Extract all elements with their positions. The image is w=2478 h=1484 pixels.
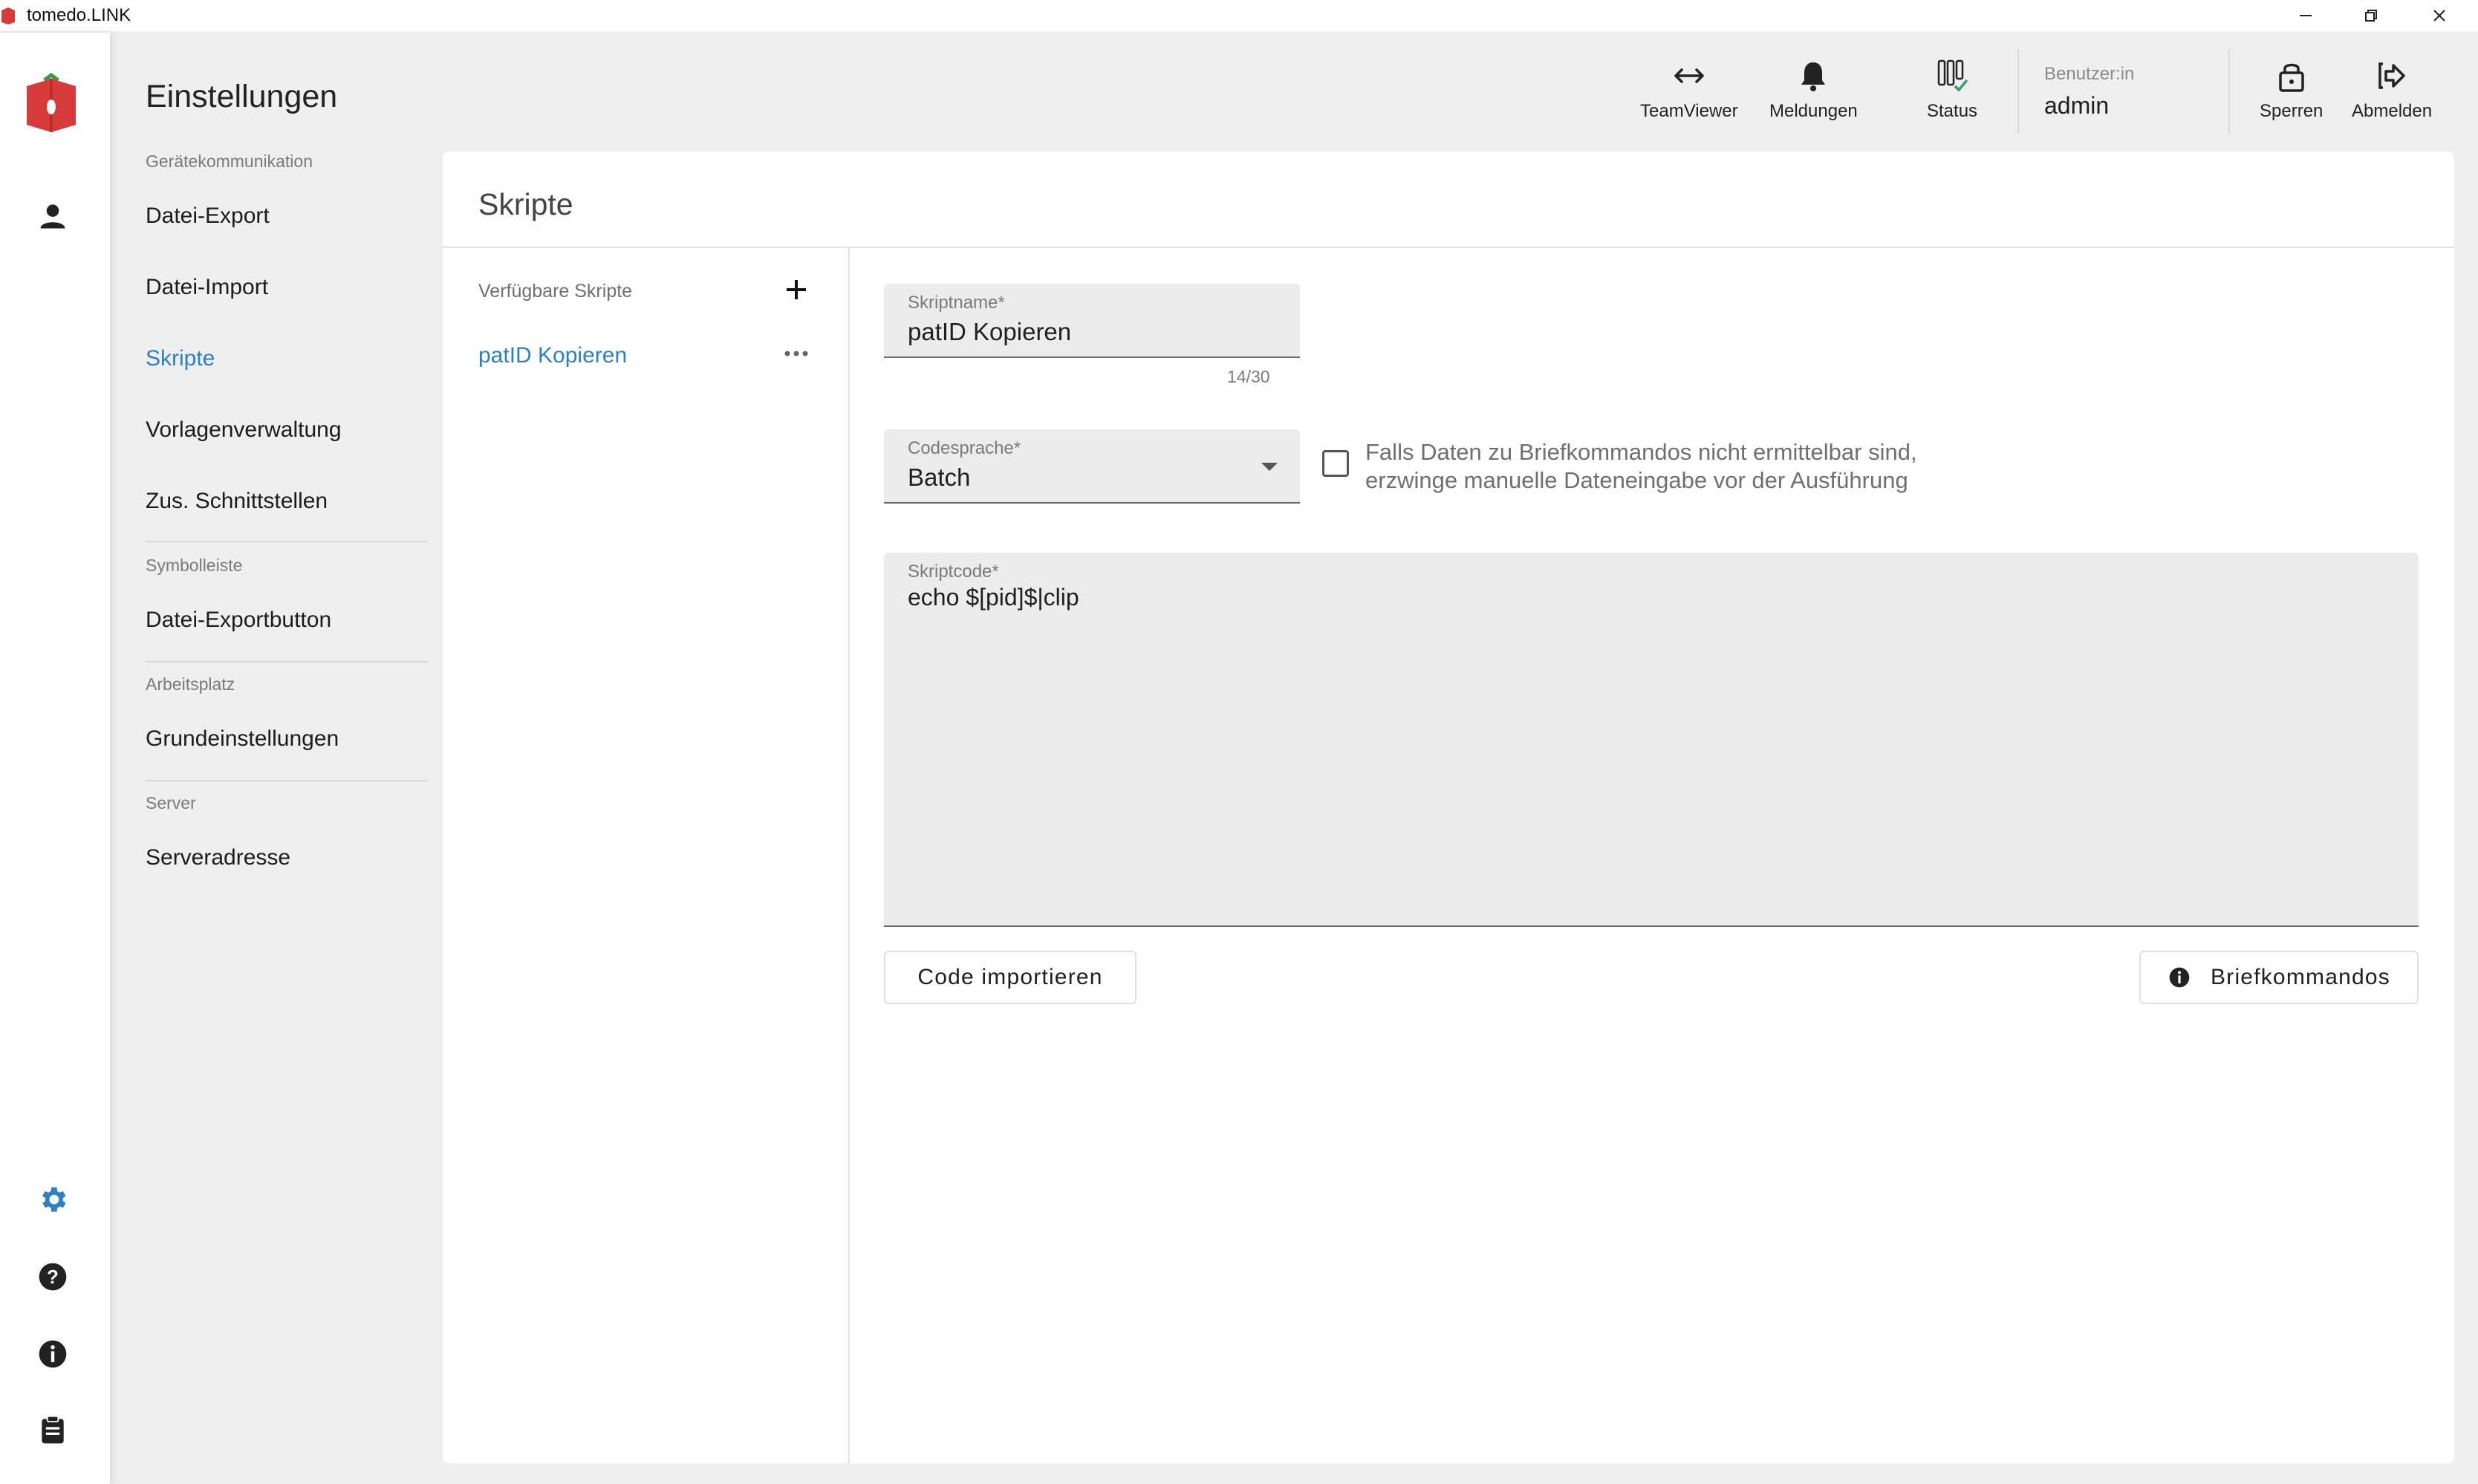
toolbar-divider [2017, 49, 2019, 134]
minimize-icon [2300, 15, 2312, 16]
nav-item-skripte[interactable]: Skripte [146, 346, 215, 371]
help-icon: ? [39, 1263, 67, 1291]
script-name-counter: 14/30 [1227, 367, 1270, 386]
script-code-editor[interactable]: Skriptcode* echo $[pid]$|clip [884, 553, 2419, 927]
svg-text:?: ? [47, 1267, 59, 1288]
meldungen-button[interactable]: Meldungen [1769, 56, 1858, 122]
card-header-divider [443, 247, 2454, 248]
nav-item-datei-import[interactable]: Datei-Import [146, 275, 268, 300]
scripts-card: Skripte Verfügbare Skripte patID Kopiere… [443, 152, 2454, 1463]
sperren-label: Sperren [2260, 101, 2323, 121]
script-name-field[interactable]: Skriptname* patID Kopieren [884, 284, 1300, 358]
nav-item-datei-export[interactable]: Datei-Export [146, 204, 270, 229]
nav-item-vorlagenverwaltung[interactable]: Vorlagenverwaltung [146, 417, 342, 443]
abmelden-button[interactable]: Abmelden [2352, 56, 2432, 122]
user-name: admin [2044, 92, 2110, 119]
toolbar-divider [2228, 49, 2230, 134]
nav-section-symbolleiste: Symbolleiste [146, 556, 243, 575]
briefkommandos-label: Briefkommandos [2211, 965, 2390, 989]
user-icon [40, 204, 65, 229]
teamviewer-button[interactable]: TeamViewer [1640, 56, 1738, 122]
add-script-button[interactable] [780, 273, 813, 306]
app-logo[interactable] [22, 68, 80, 134]
abmelden-label: Abmelden [2352, 101, 2433, 121]
plus-icon [787, 280, 806, 299]
clipboard-icon [42, 1415, 64, 1444]
settings-nav-button[interactable] [34, 1181, 71, 1218]
script-more-button[interactable] [777, 339, 816, 368]
import-code-button[interactable]: Code importieren [884, 951, 1136, 1004]
dropdown-arrow-icon [1261, 463, 1278, 471]
server-status-icon [1937, 59, 1968, 92]
more-horizontal-icon [784, 351, 808, 357]
manual-input-checkbox[interactable] [1322, 450, 1349, 477]
maximize-button[interactable] [2338, 0, 2404, 31]
column-divider [848, 248, 850, 1463]
nav-divider [146, 780, 428, 781]
checkbox-label-line-1: Falls Daten zu Briefkommandos nicht ermi… [1365, 439, 1917, 465]
script-list-item[interactable]: patID Kopieren [478, 343, 627, 368]
sperren-button[interactable]: Sperren [2260, 56, 2323, 122]
checkbox-label-line-2: erzwinge manuelle Dateneingabe vor der A… [1365, 467, 1908, 493]
log-nav-button[interactable] [34, 1411, 71, 1448]
script-code-value[interactable]: echo $[pid]$|clip [908, 584, 1079, 611]
nav-item-grundeinstellungen[interactable]: Grundeinstellungen [146, 726, 339, 752]
arrows-horizontal-icon [1674, 68, 1704, 83]
minimize-button[interactable] [2273, 0, 2338, 31]
script-name-value[interactable]: patID Kopieren [908, 318, 1071, 346]
settings-nav: Einstellungen Gerätekommunikation Datei-… [110, 33, 437, 1484]
close-window-button[interactable] [2407, 0, 2472, 31]
nav-section-arbeitsplatz: Arbeitsplatz [146, 674, 235, 694]
nav-section-geraetekommunikation: Gerätekommunikation [146, 152, 313, 171]
logout-icon [2378, 62, 2405, 89]
window-title: tomedo.LINK [27, 5, 131, 25]
nav-item-serveradresse[interactable]: Serveradresse [146, 845, 290, 870]
nav-section-server: Server [146, 793, 196, 813]
nav-item-zus-schnittstellen[interactable]: Zus. Schnittstellen [146, 489, 328, 514]
script-code-label: Skriptcode* [908, 562, 999, 582]
code-language-value: Batch [908, 463, 971, 491]
nav-divider [146, 541, 428, 542]
code-language-select[interactable]: Codesprache* Batch [884, 429, 1300, 504]
app-icon [1, 7, 15, 25]
window-titlebar: tomedo.LINK [0, 0, 2478, 31]
status-label: Status [1927, 101, 1978, 121]
help-nav-button[interactable]: ? [34, 1258, 71, 1295]
card-title: Skripte [478, 187, 573, 221]
available-scripts-header: Verfügbare Skripte [478, 281, 633, 302]
teamviewer-label: TeamViewer [1640, 101, 1738, 121]
nav-divider [146, 661, 428, 663]
import-code-label: Code importieren [917, 965, 1103, 989]
nav-item-datei-exportbutton[interactable]: Datei-Exportbutton [146, 608, 331, 633]
left-rail: ? [0, 33, 110, 1484]
user-nav-button[interactable] [34, 198, 71, 235]
user-info: Benutzer:in admin [2044, 64, 2134, 120]
info-icon [2169, 967, 2190, 988]
gear-icon [42, 1187, 66, 1212]
code-language-label: Codesprache* [908, 438, 1021, 458]
status-button[interactable]: Status [1927, 56, 1977, 122]
bell-icon [1801, 62, 1826, 91]
info-icon [39, 1340, 67, 1368]
script-name-label: Skriptname* [908, 293, 1005, 313]
meldungen-label: Meldungen [1769, 101, 1858, 121]
manual-input-checkbox-label: Falls Daten zu Briefkommandos nicht ermi… [1365, 438, 2108, 495]
page-title: Einstellungen [146, 79, 338, 114]
restore-icon [2365, 10, 2377, 22]
user-label: Benutzer:in [2044, 64, 2135, 84]
briefkommandos-button[interactable]: Briefkommandos [2139, 951, 2419, 1004]
lock-icon [2278, 63, 2304, 92]
info-nav-button[interactable] [34, 1335, 71, 1373]
close-icon [2433, 10, 2445, 22]
